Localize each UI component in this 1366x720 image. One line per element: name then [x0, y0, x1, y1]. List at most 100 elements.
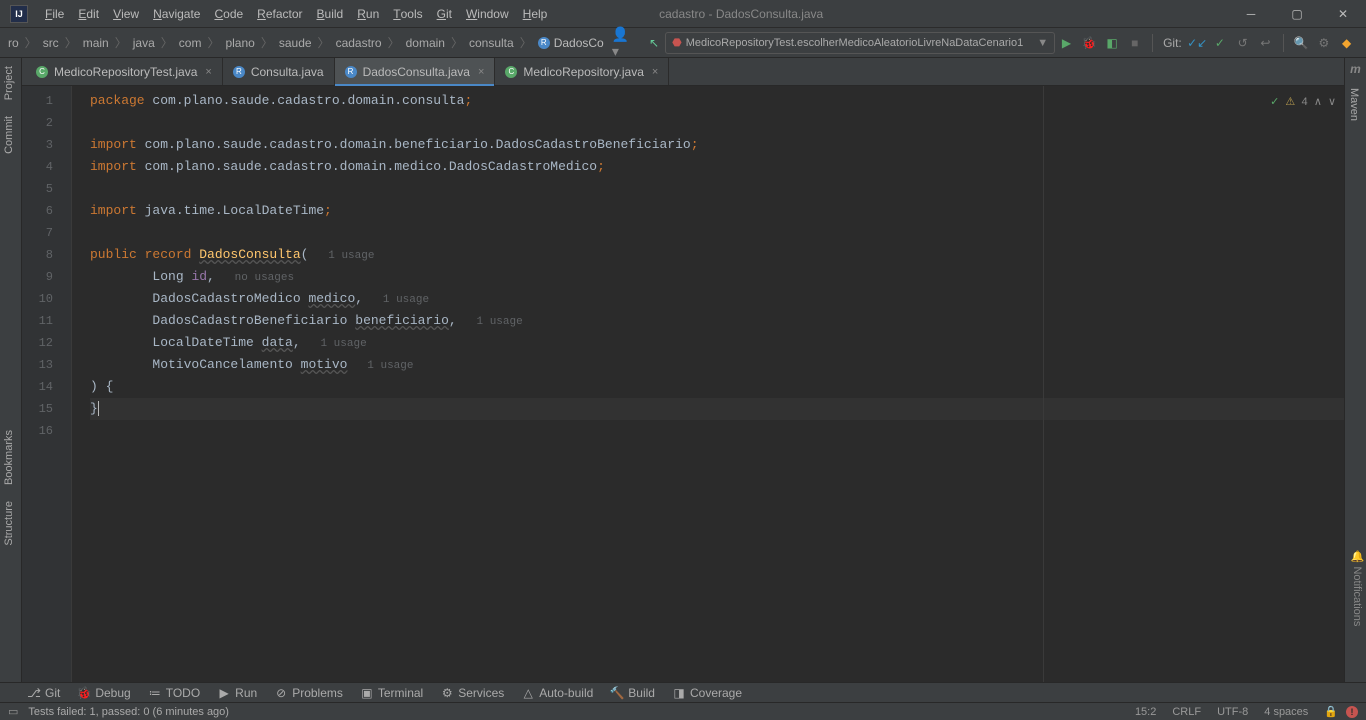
run-icon[interactable]: ▶: [1056, 32, 1077, 54]
line-number[interactable]: 9: [22, 266, 71, 288]
line-number[interactable]: 1: [22, 90, 71, 112]
line-number[interactable]: 6: [22, 200, 71, 222]
menu-git[interactable]: Git: [430, 0, 459, 28]
tool-run[interactable]: ▶Run: [218, 686, 257, 700]
breadcrumb[interactable]: consulta: [465, 36, 518, 50]
line-number[interactable]: 2: [22, 112, 71, 134]
tool-build[interactable]: 🔨Build: [611, 686, 655, 700]
breadcrumb[interactable]: RDadosConsulta: [534, 36, 604, 50]
line-number[interactable]: 16: [22, 420, 71, 442]
settings-icon[interactable]: ⚙: [1314, 32, 1335, 54]
breadcrumb[interactable]: java: [129, 36, 159, 50]
menu-run[interactable]: Run: [350, 0, 386, 28]
line-number[interactable]: 8: [22, 244, 71, 266]
line-number[interactable]: 14: [22, 376, 71, 398]
git-commit-icon[interactable]: ✓: [1210, 32, 1231, 54]
menu-refactor[interactable]: Refactor: [250, 0, 309, 28]
tool-problems[interactable]: ⊘Problems: [275, 686, 343, 700]
breadcrumb[interactable]: com: [175, 36, 206, 50]
tool-commit[interactable]: Commit: [0, 108, 18, 162]
menu-help[interactable]: Help: [516, 0, 555, 28]
close-tab-icon[interactable]: ×: [205, 66, 211, 78]
close-tab-icon[interactable]: ×: [652, 66, 658, 78]
breadcrumb[interactable]: src: [39, 36, 63, 50]
line-separator[interactable]: CRLF: [1172, 706, 1201, 718]
coverage-icon[interactable]: ◧: [1102, 32, 1123, 54]
code-area[interactable]: ✓ ⚠ 4 ∧ ∨ package com.plano.saude.cadast…: [72, 86, 1344, 684]
menu-view[interactable]: View: [106, 0, 146, 28]
line-number[interactable]: 15: [22, 398, 71, 420]
stop-icon[interactable]: ■: [1124, 32, 1145, 54]
status-bar: ▭ Tests failed: 1, passed: 0 (6 minutes …: [0, 702, 1366, 720]
status-message[interactable]: Tests failed: 1, passed: 0 (6 minutes ag…: [28, 706, 229, 718]
maximize-icon[interactable]: ▢: [1274, 0, 1320, 28]
tool-notifications[interactable]: 🔔 Notifications: [1345, 544, 1366, 632]
editor-tab[interactable]: CMedicoRepositoryTest.java×: [26, 58, 223, 85]
tool-structure[interactable]: Structure: [0, 493, 18, 554]
tool-todo[interactable]: ≔TODO: [149, 686, 200, 700]
line-number[interactable]: 7: [22, 222, 71, 244]
tool-git[interactable]: ⎇Git: [28, 686, 60, 700]
caret-position[interactable]: 15:2: [1135, 706, 1156, 718]
menu-build[interactable]: Build: [310, 0, 351, 28]
line-number[interactable]: 12: [22, 332, 71, 354]
breadcrumb[interactable]: ro: [4, 36, 23, 50]
prev-highlight-icon[interactable]: ∧: [1314, 92, 1322, 114]
run-config-selector[interactable]: ⬣ MedicoRepositoryTest.escolherMedicoAle…: [665, 32, 1055, 54]
menu-tools[interactable]: Tools: [386, 0, 429, 28]
git-update-icon[interactable]: ✓↙: [1187, 32, 1208, 54]
menu-window[interactable]: Window: [459, 0, 516, 28]
close-icon[interactable]: ✕: [1320, 0, 1366, 28]
error-indicator-icon[interactable]: !: [1346, 706, 1358, 718]
git-history-icon[interactable]: ↺: [1232, 32, 1253, 54]
editor-tab[interactable]: RDadosConsulta.java×: [335, 58, 496, 85]
debug-icon[interactable]: 🐞: [1079, 32, 1100, 54]
editor-tab[interactable]: RConsulta.java: [223, 58, 335, 85]
editor-tab[interactable]: CMedicoRepository.java×: [495, 58, 669, 85]
line-number[interactable]: 10: [22, 288, 71, 310]
editor-tabs: CMedicoRepositoryTest.java×RConsulta.jav…: [0, 58, 1366, 86]
menu-navigate[interactable]: Navigate: [146, 0, 207, 28]
menu-code[interactable]: Code: [207, 0, 250, 28]
tool-bookmarks[interactable]: Bookmarks: [0, 422, 18, 493]
tool-terminal[interactable]: ▣Terminal: [361, 686, 423, 700]
tool-maven[interactable]: Maven: [1345, 80, 1363, 129]
build-icon[interactable]: ↖: [649, 36, 659, 50]
gutter[interactable]: 12345678910111213141516: [22, 86, 72, 684]
breadcrumb[interactable]: domain: [402, 36, 449, 50]
close-tab-icon[interactable]: ×: [478, 66, 484, 78]
minimize-icon[interactable]: ─: [1228, 0, 1274, 28]
editor[interactable]: 12345678910111213141516 ✓ ⚠ 4 ∧ ∨ packag…: [22, 86, 1344, 684]
breadcrumbs[interactable]: ro〉src〉main〉java〉com〉plano〉saude〉cadastr…: [0, 34, 604, 51]
line-number[interactable]: 5: [22, 178, 71, 200]
maven-m-icon[interactable]: m: [1345, 58, 1366, 80]
file-encoding[interactable]: UTF-8: [1217, 706, 1248, 718]
tool-auto-build[interactable]: △Auto-build: [522, 686, 593, 700]
next-highlight-icon[interactable]: ∨: [1328, 92, 1336, 114]
breadcrumb[interactable]: cadastro: [332, 36, 386, 50]
indent-setting[interactable]: 4 spaces: [1264, 706, 1308, 718]
line-number[interactable]: 3: [22, 134, 71, 156]
menu-edit[interactable]: Edit: [71, 0, 106, 28]
line-number[interactable]: 13: [22, 354, 71, 376]
git-rollback-icon[interactable]: ↩: [1255, 32, 1276, 54]
line-number[interactable]: 11: [22, 310, 71, 332]
jetbrains-icon[interactable]: ◆: [1336, 32, 1357, 54]
chevron-right-icon: 〉: [316, 34, 332, 51]
tool-coverage[interactable]: ◨Coverage: [673, 686, 742, 700]
line-number[interactable]: 4: [22, 156, 71, 178]
breadcrumb[interactable]: plano: [221, 36, 258, 50]
tool-debug[interactable]: 🐞Debug: [78, 686, 130, 700]
tool-project[interactable]: Project: [0, 58, 18, 108]
chevron-right-icon: 〉: [63, 34, 79, 51]
breadcrumb[interactable]: main: [79, 36, 113, 50]
search-icon[interactable]: 🔍: [1291, 32, 1312, 54]
inspections-widget[interactable]: ✓ ⚠ 4 ∧ ∨: [1270, 92, 1336, 114]
tool-services[interactable]: ⚙Services: [441, 686, 504, 700]
readonly-lock-icon[interactable]: 🔒: [1324, 705, 1338, 718]
breadcrumb[interactable]: saude: [275, 36, 316, 50]
menu-file[interactable]: File: [38, 0, 71, 28]
right-margin: [1043, 86, 1044, 684]
status-bar-icon[interactable]: ▭: [8, 705, 18, 718]
user-icon[interactable]: 👤▾: [612, 26, 635, 60]
